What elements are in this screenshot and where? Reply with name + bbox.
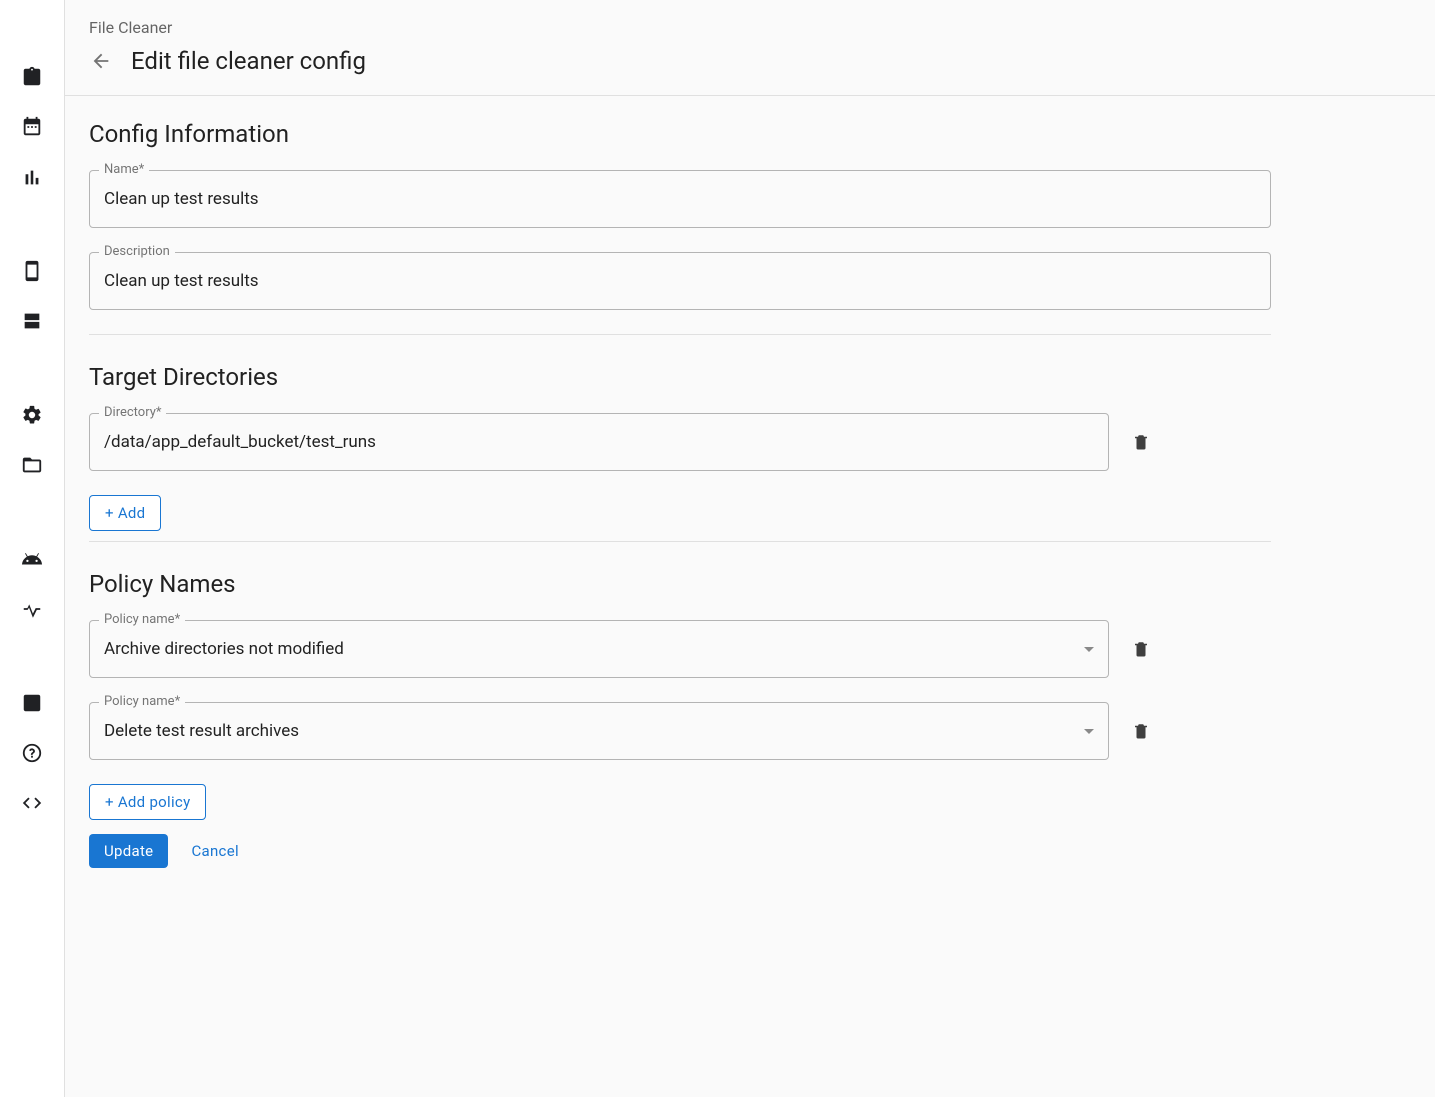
directory-input[interactable] — [89, 413, 1109, 471]
policy-label: Policy name* — [99, 612, 185, 627]
delete-policy-button[interactable] — [1129, 637, 1153, 661]
page-header: File Cleaner Edit file cleaner config — [65, 0, 1435, 96]
name-input[interactable] — [89, 170, 1271, 228]
update-button[interactable]: Update — [89, 834, 168, 868]
policy-row: Policy name* Archive directories not mod… — [89, 620, 1271, 678]
directory-label: Directory* — [99, 405, 166, 420]
policy-row: Policy name* Delete test result archives — [89, 702, 1271, 760]
smartphone-icon[interactable] — [20, 259, 44, 283]
divider — [89, 334, 1271, 335]
target-dirs-title: Target Directories — [89, 363, 1271, 391]
policy-select[interactable]: Delete test result archives — [89, 702, 1109, 760]
name-field-wrapper: Name* — [89, 170, 1271, 228]
policy-value: Delete test result archives — [104, 721, 299, 741]
policies-title: Policy Names — [89, 570, 1271, 598]
policy-label: Policy name* — [99, 694, 185, 709]
policy-select[interactable]: Archive directories not modified — [89, 620, 1109, 678]
gear-icon[interactable] — [20, 403, 44, 427]
add-policy-button[interactable]: + Add policy — [89, 784, 206, 820]
name-label: Name* — [99, 162, 149, 177]
chevron-down-icon — [1084, 729, 1094, 734]
config-info-title: Config Information — [89, 120, 1271, 148]
android-icon[interactable] — [20, 547, 44, 571]
breadcrumb[interactable]: File Cleaner — [89, 18, 1411, 37]
chevron-down-icon — [1084, 647, 1094, 652]
heartbeat-icon[interactable] — [20, 597, 44, 621]
note-icon[interactable] — [20, 691, 44, 715]
directory-row: Directory* — [89, 413, 1271, 471]
server-icon[interactable] — [20, 309, 44, 333]
help-icon[interactable] — [20, 741, 44, 765]
cancel-button[interactable]: Cancel — [176, 834, 253, 868]
divider — [89, 541, 1271, 542]
code-icon[interactable] — [20, 791, 44, 815]
delete-directory-button[interactable] — [1129, 430, 1153, 454]
back-button[interactable] — [89, 49, 113, 73]
page-title: Edit file cleaner config — [131, 47, 366, 75]
form-actions: Update Cancel — [89, 834, 1271, 868]
clipboard-icon[interactable] — [20, 65, 44, 89]
delete-policy-button[interactable] — [1129, 719, 1153, 743]
folder-icon[interactable] — [20, 453, 44, 477]
policy-value: Archive directories not modified — [104, 639, 344, 659]
main-content: File Cleaner Edit file cleaner config Co… — [65, 0, 1435, 1097]
calendar-icon[interactable] — [20, 115, 44, 139]
description-field-wrapper: Description — [89, 252, 1271, 310]
description-label: Description — [99, 244, 175, 259]
sidebar — [0, 0, 65, 1097]
description-input[interactable] — [89, 252, 1271, 310]
bar-chart-icon[interactable] — [20, 165, 44, 189]
add-directory-button[interactable]: + Add — [89, 495, 161, 531]
